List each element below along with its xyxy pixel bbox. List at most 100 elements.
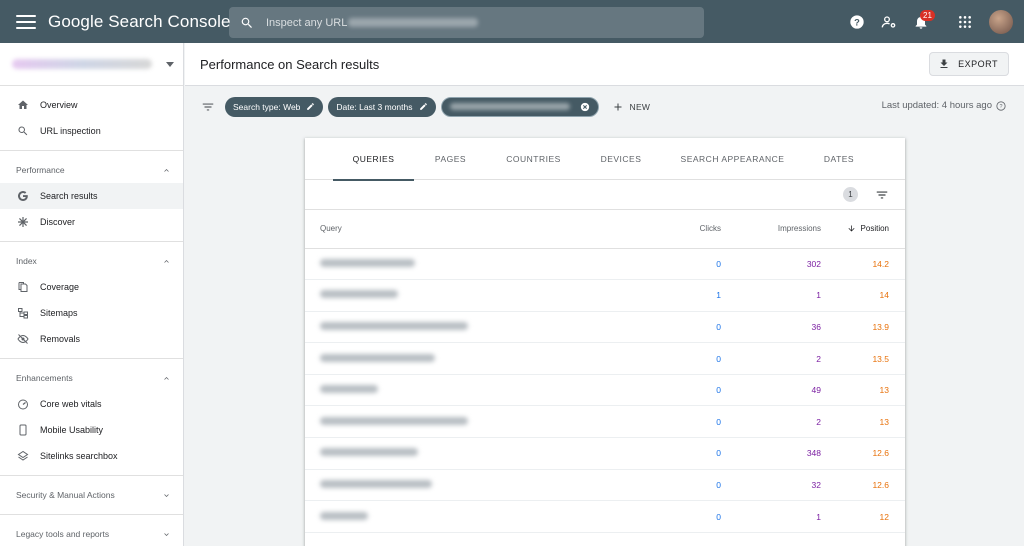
active-filter-count: 1 (843, 187, 858, 202)
section-header-performance[interactable]: Performance (0, 157, 183, 183)
impressions-cell: 2 (721, 342, 821, 375)
query-redacted (320, 416, 468, 425)
tab-pages[interactable]: PAGES (414, 138, 487, 180)
menu-icon[interactable] (16, 14, 36, 29)
sidebar-item-label: Search results (40, 191, 98, 201)
tab-queries[interactable]: QUERIES (333, 138, 414, 181)
impressions-cell: 2 (721, 405, 821, 439)
sidebar-item-overview[interactable]: Overview (0, 92, 183, 118)
query-cell[interactable] (305, 500, 621, 533)
page-filter-chip[interactable] (440, 96, 599, 117)
tab-dates[interactable]: DATES (803, 138, 875, 180)
query-cell[interactable] (305, 374, 621, 407)
query-redacted (320, 385, 378, 394)
manage-users-icon[interactable] (873, 6, 905, 38)
section-title: Enhancements (16, 373, 73, 383)
filter-rows-icon[interactable] (875, 188, 889, 202)
filter-list-icon[interactable] (201, 100, 215, 114)
url-inspection-input[interactable] (266, 16, 348, 29)
section-title: Index (16, 256, 37, 266)
position-cell: 14 (821, 279, 905, 312)
position-cell: 13 (821, 405, 905, 439)
app-title[interactable]: Google Search Console (48, 12, 231, 32)
position-cell: 14.2 (821, 248, 905, 281)
property-selector[interactable] (0, 43, 183, 86)
sidebar-item-discover[interactable]: Discover (0, 209, 183, 235)
position-cell: 13.9 (821, 311, 905, 344)
tab-countries[interactable]: COUNTRIES (487, 138, 580, 180)
impressions-cell: 36 (721, 311, 821, 344)
queries-table: Query Clicks Impressions Position 0 302 14… (305, 210, 905, 533)
export-button[interactable]: EXPORT (929, 52, 1009, 76)
section-header-enhancements[interactable]: Enhancements (0, 365, 183, 391)
sidebar-item-url-inspection[interactable]: URL inspection (0, 118, 183, 144)
query-cell[interactable] (305, 342, 621, 375)
column-header-position[interactable]: Position (821, 210, 905, 249)
notifications-icon[interactable]: 21 (905, 6, 937, 38)
plus-icon (612, 101, 624, 113)
sidebar-item-mobile-usability[interactable]: Mobile Usability (0, 417, 183, 443)
sidebar-item-sitelinks-searchbox[interactable]: Sitelinks searchbox (0, 443, 183, 469)
sidebar-item-coverage[interactable]: Coverage (0, 274, 183, 300)
position-cell: 12.6 (821, 437, 905, 470)
query-cell[interactable] (305, 469, 621, 502)
date-range-chip[interactable]: Date: Last 3 months (328, 96, 436, 117)
table-row[interactable]: 0 302 14.2 (305, 248, 905, 281)
table-row[interactable]: 0 348 12.6 (305, 437, 905, 470)
section-header-security-manual-actions[interactable]: Security & Manual Actions (0, 482, 183, 508)
sidebar-item-label: Core web vitals (40, 399, 102, 409)
new-filter-button[interactable]: NEW (612, 101, 651, 113)
sidebar-item-label: URL inspection (40, 126, 101, 136)
table-row[interactable]: 0 1 12 (305, 500, 905, 533)
svg-text:?: ? (999, 104, 1002, 110)
help-icon[interactable]: ? (841, 6, 873, 38)
query-cell[interactable] (305, 248, 621, 281)
table-row[interactable]: 0 36 13.9 (305, 311, 905, 344)
column-header-impressions[interactable]: Impressions (721, 210, 821, 249)
help-outline-icon[interactable]: ? (996, 100, 1006, 111)
sidebar-item-removals[interactable]: Removals (0, 326, 183, 352)
section-header-legacy-tools[interactable]: Legacy tools and reports (0, 521, 183, 546)
apps-grid-icon[interactable] (949, 6, 981, 38)
clicks-cell: 0 (621, 311, 721, 344)
sidebar-item-core-web-vitals[interactable]: Core web vitals (0, 391, 183, 417)
nav-group-performance: Performance Search results Discover (0, 151, 183, 242)
url-inspection-search[interactable] (229, 7, 704, 38)
download-icon (938, 58, 950, 70)
close-circle-icon[interactable] (580, 102, 590, 112)
account-avatar[interactable] (989, 9, 1013, 34)
tab-search-appearance[interactable]: SEARCH APPEARANCE (662, 138, 803, 180)
clicks-cell: 0 (621, 500, 721, 533)
sidebar-item-search-results[interactable]: Search results (0, 183, 183, 209)
table-row[interactable]: 0 49 13 (305, 374, 905, 407)
position-cell: 12.6 (821, 469, 905, 502)
position-cell: 13 (821, 374, 905, 407)
search-type-chip[interactable]: Search type: Web (225, 96, 324, 117)
layers-icon (16, 449, 30, 463)
table-toolbar: 1 (305, 180, 905, 210)
filter-bar: Search type: Web Date: Last 3 months NEW… (185, 86, 1024, 127)
query-cell[interactable] (305, 437, 621, 470)
column-header-clicks[interactable]: Clicks (621, 210, 721, 249)
nav-group-legacy: Legacy tools and reports (0, 515, 183, 546)
clicks-cell: 0 (621, 374, 721, 407)
table-row[interactable]: 0 2 13.5 (305, 342, 905, 375)
page-header: Performance on Search results EXPORT (185, 43, 1024, 86)
main-content: Performance on Search results EXPORT Sea… (185, 43, 1024, 546)
query-redacted (320, 290, 398, 299)
notification-count-badge: 21 (920, 9, 935, 21)
section-header-index[interactable]: Index (0, 248, 183, 274)
table-row[interactable]: 1 1 14 (305, 279, 905, 312)
tab-devices[interactable]: DEVICES (580, 138, 662, 180)
table-row[interactable]: 0 2 13 (305, 405, 905, 439)
chevron-down-icon (161, 490, 171, 500)
sidebar-item-label: Overview (40, 100, 78, 110)
query-cell[interactable] (305, 405, 621, 439)
sidebar-item-label: Removals (40, 334, 81, 344)
property-name-redacted (12, 59, 152, 69)
table-row[interactable]: 0 32 12.6 (305, 469, 905, 502)
query-cell[interactable] (305, 279, 621, 312)
column-header-query[interactable]: Query (305, 210, 621, 249)
query-cell[interactable] (305, 311, 621, 344)
sidebar-item-sitemaps[interactable]: Sitemaps (0, 300, 183, 326)
